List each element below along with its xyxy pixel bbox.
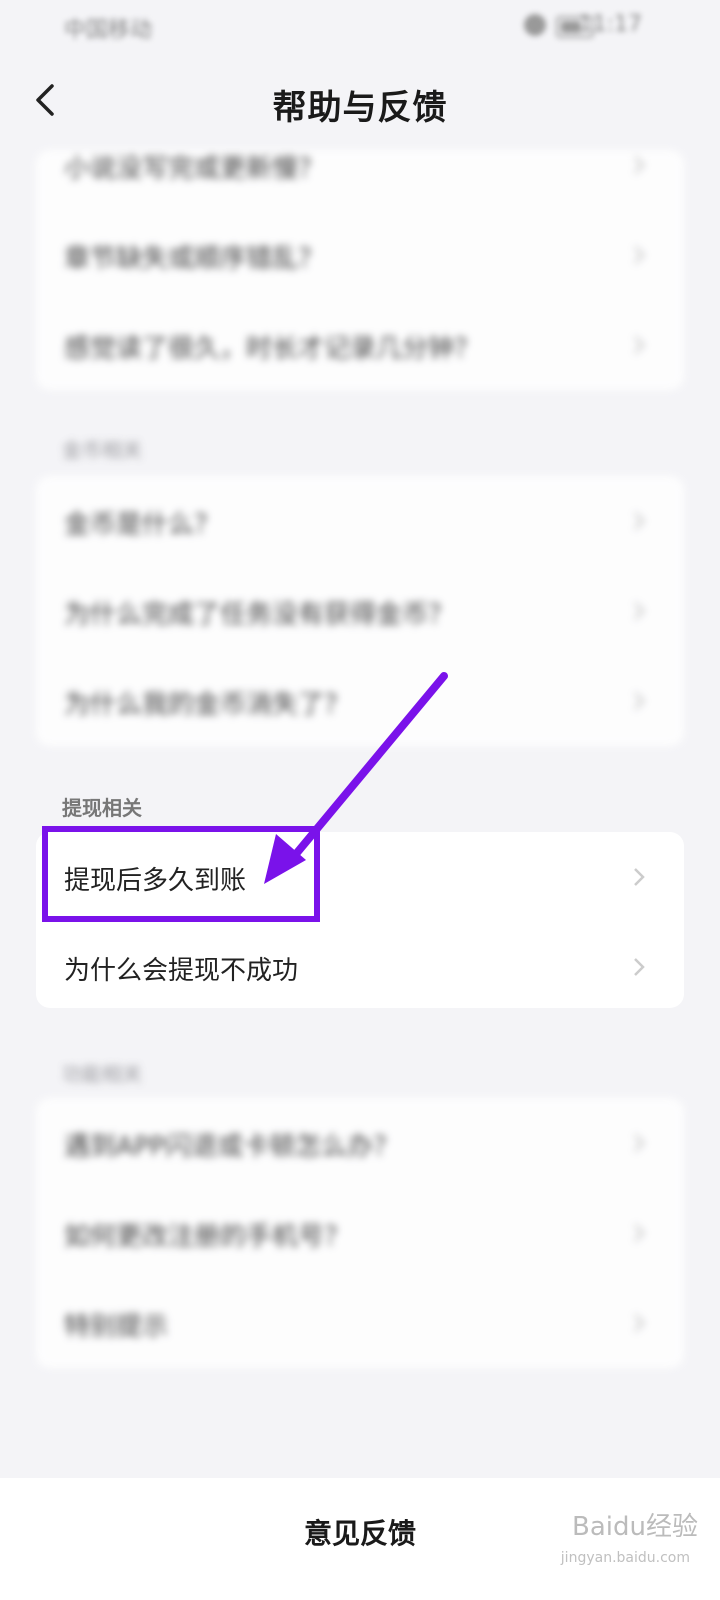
watermark-url: jingyan.baidu.com	[560, 1550, 690, 1566]
faq-item-label: 为什么我的金币消失了？	[64, 690, 351, 720]
faq-item[interactable]: 金币是什么？	[36, 476, 684, 566]
status-bar: 中国移动 11:17	[0, 0, 720, 54]
chevron-right-icon	[634, 868, 645, 886]
chevron-right-icon	[634, 336, 645, 354]
faq-card-coins: 金币是什么？ 为什么完成了任务没有获得金币？ 为什么我的金币消失了？	[36, 476, 684, 746]
faq-item-label: 为什么完成了任务没有获得金币？	[64, 600, 455, 630]
faq-card-features: 遇到APP闪退或卡顿怎么办？ 如何更改注册的手机号？ 特别提示	[36, 1098, 684, 1368]
faq-item-withdraw-failed[interactable]: 为什么会提现不成功	[36, 922, 684, 1012]
faq-item-label: 感觉读了很久，时长才记录几分钟？	[64, 334, 481, 364]
chevron-right-icon	[634, 156, 645, 174]
faq-item[interactable]: 感觉读了很久，时长才记录几分钟？	[36, 300, 684, 390]
faq-item[interactable]: 遇到APP闪退或卡顿怎么办？	[36, 1098, 684, 1188]
faq-item[interactable]: 特别提示	[36, 1278, 684, 1368]
faq-item-label: 金币是什么？	[64, 510, 221, 540]
faq-item-label: 特别提示	[64, 1312, 169, 1342]
faq-item[interactable]: 为什么完成了任务没有获得金币？	[36, 566, 684, 656]
annotation-highlight-box	[42, 826, 320, 922]
bottom-bar: 意见反馈 Baidu经验 jingyan.baidu.com	[0, 1478, 720, 1600]
carrier-label: 中国移动	[64, 18, 153, 43]
chevron-right-icon	[634, 512, 645, 530]
chevron-right-icon	[634, 1134, 645, 1152]
section-title-withdrawal: 提现相关	[62, 796, 142, 820]
chevron-right-icon	[634, 692, 645, 710]
faq-item[interactable]: 章节缺失或顺序错乱？	[36, 210, 684, 300]
faq-card-general: 小说没写完或更新慢？ 章节缺失或顺序错乱？ 感觉读了很久，时长才记录几分钟？	[36, 150, 684, 390]
faq-item-label: 如何更改注册的手机号？	[64, 1222, 351, 1252]
clock-label: 11:17	[578, 12, 642, 37]
chevron-right-icon	[634, 246, 645, 264]
chevron-right-icon	[634, 1224, 645, 1242]
watermark-logo: Baidu经验	[572, 1512, 698, 1542]
faq-item-label: 章节缺失或顺序错乱？	[64, 244, 325, 274]
faq-item-label: 小说没写完或更新慢？	[64, 154, 325, 184]
chevron-right-icon	[634, 958, 645, 976]
section-title-coins: 金币相关	[62, 438, 142, 462]
alarm-icon	[524, 14, 546, 36]
faq-item[interactable]: 小说没写完或更新慢？	[36, 120, 684, 210]
chevron-right-icon	[634, 1314, 645, 1332]
faq-item-label: 为什么会提现不成功	[64, 956, 299, 986]
section-title-features: 功能相关	[62, 1062, 142, 1086]
chevron-right-icon	[634, 602, 645, 620]
faq-item[interactable]: 为什么我的金币消失了？	[36, 656, 684, 746]
faq-item-label: 遇到APP闪退或卡顿怎么办？	[64, 1132, 400, 1162]
faq-item[interactable]: 如何更改注册的手机号？	[36, 1188, 684, 1278]
